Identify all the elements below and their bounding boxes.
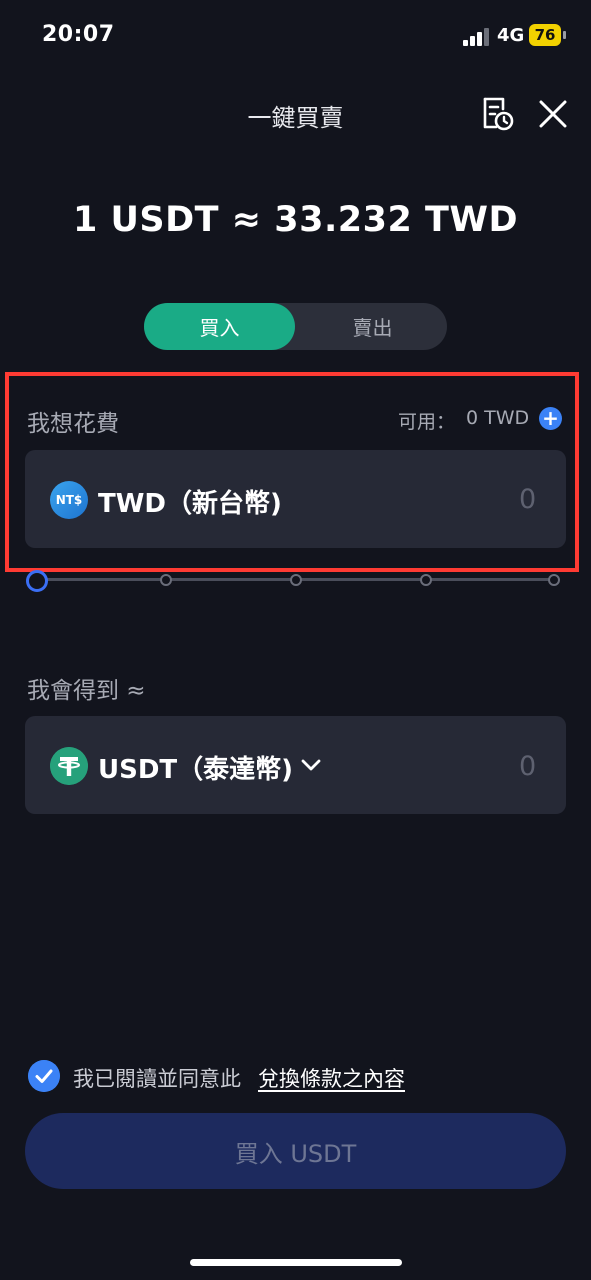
close-icon[interactable] [538,99,568,129]
slider-tick-25[interactable] [160,574,172,586]
receive-amount: 0 [519,751,537,782]
tab-buy[interactable]: 買入 [144,303,295,350]
slider-tick-50[interactable] [290,574,302,586]
terms-link[interactable]: 兌換條款之內容 [258,1063,405,1093]
slider-tick-100[interactable] [548,574,560,586]
home-indicator[interactable] [190,1259,402,1266]
agreement-checkbox[interactable] [28,1060,60,1092]
tab-sell[interactable]: 賣出 [298,303,447,350]
buy-usdt-button[interactable]: 買入 USDT [25,1113,566,1189]
status-time: 20:07 [42,22,115,47]
amount-slider-handle[interactable] [26,570,48,592]
order-history-icon[interactable] [480,96,514,132]
slider-tick-75[interactable] [420,574,432,586]
usdt-currency-icon [50,747,88,785]
receive-label: 我會得到 ≈ [27,678,146,704]
receive-currency-name[interactable]: USDT（泰達幣) [98,749,293,786]
network-type: 4G [497,25,525,46]
agreement-text: 我已閱讀並同意此 [73,1067,241,1091]
battery-icon: 76 [529,24,567,46]
battery-level: 76 [529,24,561,46]
exchange-rate: 1 USDT ≈ 33.232 TWD [72,200,519,240]
highlight-box [5,372,579,572]
chevron-down-icon[interactable] [300,756,322,774]
signal-icon [463,28,489,46]
